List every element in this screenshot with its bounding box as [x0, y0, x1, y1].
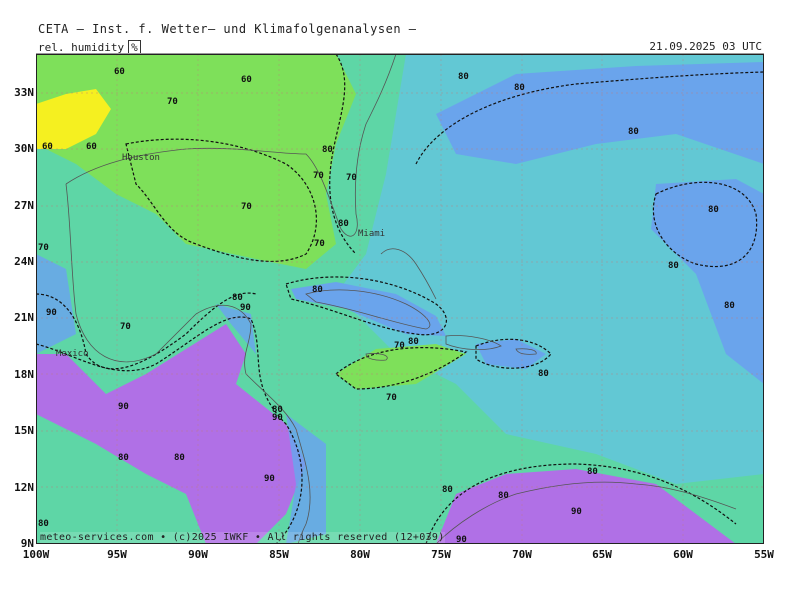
city-label-miami: Miami — [358, 229, 385, 239]
contour-label: 80 — [708, 205, 719, 215]
valid-time: 21.09.2025 03 UTC — [649, 40, 762, 53]
contour-label: 70 — [346, 173, 357, 183]
contour-label: 70 — [386, 393, 397, 403]
contour-label: 60 — [241, 75, 252, 85]
contour-label: 80 — [587, 467, 598, 477]
contour-label: 80 — [498, 491, 509, 501]
lat-label-18n: 18N — [14, 368, 34, 381]
city-label-mexico: Mexico — [56, 349, 89, 359]
contour-label: 90 — [46, 308, 57, 318]
lon-label-95w: 95W — [107, 548, 127, 561]
contour-label: 90 — [571, 507, 582, 517]
lon-label-60w: 60W — [673, 548, 693, 561]
lon-label-100w: 100W — [22, 548, 50, 561]
lat-label-33n: 33N — [14, 86, 34, 99]
contour-label: 80 — [538, 369, 549, 379]
city-label-houston: Houston — [122, 153, 160, 163]
contour-label: 80 — [724, 301, 735, 311]
contour-label: 90 — [240, 303, 251, 313]
humidity-map: 60 60 60 60 70 70 70 70 70 70 70 70 70 8… — [36, 54, 764, 544]
lat-label-12n: 12N — [14, 481, 34, 494]
contour-label: 80 — [312, 285, 323, 295]
contour-label: 80 — [628, 127, 639, 137]
contour-label: 70 — [38, 243, 49, 253]
lon-label-85w: 85W — [269, 548, 289, 561]
lon-label-90w: 90W — [188, 548, 208, 561]
map-title: CETA – Inst. f. Wetter– und Klimafolgena… — [38, 22, 417, 36]
copyright-notice: meteo-services.com • (c)2025 IWKF • All … — [40, 532, 445, 543]
lat-label-27n: 27N — [14, 199, 34, 212]
contour-label: 80 — [338, 219, 349, 229]
contour-label: 80 — [458, 72, 469, 82]
contour-label: 80 — [232, 293, 243, 303]
contour-label: 80 — [38, 519, 49, 529]
contour-label: 90 — [118, 402, 129, 412]
contour-label: 90 — [456, 535, 467, 544]
lon-label-70w: 70W — [512, 548, 532, 561]
contour-label: 70 — [120, 322, 131, 332]
contour-label: 80 — [668, 261, 679, 271]
lon-label-80w: 80W — [350, 548, 370, 561]
contour-label: 70 — [313, 171, 324, 181]
contour-label: 90 — [264, 474, 275, 484]
contour-label: 60 — [114, 67, 125, 77]
contour-label: 80 — [322, 145, 333, 155]
contour-label: 80 — [514, 83, 525, 93]
contour-label: 60 — [86, 142, 97, 152]
contour-label: 80 — [442, 485, 453, 495]
contour-label: 70 — [241, 202, 252, 212]
contour-label: 90 — [272, 413, 283, 423]
contour-label: 80 — [408, 337, 419, 347]
lat-label-24n: 24N — [14, 255, 34, 268]
lon-label-75w: 75W — [431, 548, 451, 561]
contour-label: 70 — [394, 341, 405, 351]
lat-label-15n: 15N — [14, 424, 34, 437]
contour-label: 60 — [42, 142, 53, 152]
lat-label-30n: 30N — [14, 142, 34, 155]
lon-label-55w: 55W — [754, 548, 774, 561]
lat-label-21n: 21N — [14, 311, 34, 324]
contour-label: 80 — [118, 453, 129, 463]
contour-label: 80 — [174, 453, 185, 463]
lon-label-65w: 65W — [592, 548, 612, 561]
contour-label: 70 — [167, 97, 178, 107]
contour-label: 70 — [314, 239, 325, 249]
